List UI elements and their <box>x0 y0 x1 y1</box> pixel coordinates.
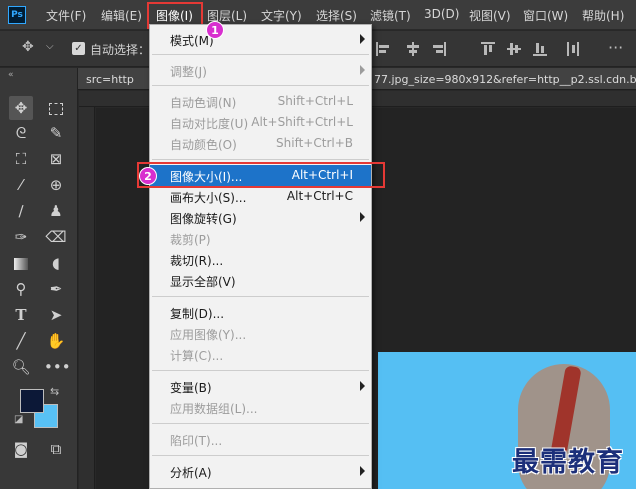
more-options-icon[interactable]: ··· <box>608 38 623 57</box>
default-colors-icon[interactable]: ◪ <box>14 414 23 425</box>
screen-mode-icon[interactable]: ⧉ <box>44 437 68 461</box>
menu-separator <box>152 370 369 371</box>
lasso-tool-icon[interactable]: ᘓ <box>9 121 33 145</box>
menu-item-auto-contrast[interactable]: 自动对比度(U) Alt+Shift+Ctrl+L <box>150 112 371 133</box>
dodge-tool-icon[interactable]: ⚲ <box>9 277 33 301</box>
move-tool-icon[interactable]: ✥ <box>22 39 34 55</box>
align-left-icon[interactable] <box>376 42 390 56</box>
menu-separator <box>152 423 369 424</box>
menu-separator <box>152 159 369 160</box>
step-badge-2: 2 <box>139 167 157 185</box>
history-brush-tool-icon[interactable]: ✑ <box>9 225 33 249</box>
blur-tool-icon[interactable]: ◖ <box>44 251 68 275</box>
more-tools-icon[interactable]: ••• <box>44 355 71 379</box>
swap-colors-icon[interactable]: ⇆ <box>50 385 59 398</box>
menu-edit[interactable]: 编辑(E) <box>101 7 142 24</box>
pen-tool-icon[interactable]: ✒ <box>44 277 68 301</box>
menu-item-apply-data-set[interactable]: 应用数据组(L)... <box>150 397 371 418</box>
frame-tool-icon[interactable]: ⊠ <box>44 147 68 171</box>
menu-item-image-rotation[interactable]: 图像旋转(G) <box>150 207 371 228</box>
menu-item-mode[interactable]: 模式(M) <box>150 29 371 50</box>
menu-item-reveal-all[interactable]: 显示全部(V) <box>150 270 371 291</box>
menu-separator <box>152 296 369 297</box>
menu-item-duplicate[interactable]: 复制(D)... <box>150 302 371 323</box>
image-size-callout <box>137 162 385 188</box>
submenu-arrow-icon <box>360 34 365 44</box>
line-tool-icon[interactable]: ╱ <box>9 329 33 353</box>
menu-help[interactable]: 帮助(H) <box>582 7 624 24</box>
quick-mask-icon[interactable]: ◙ <box>9 437 33 461</box>
foreground-color-swatch[interactable] <box>20 389 44 413</box>
menu-item-adjustments[interactable]: 调整(J) <box>150 60 371 81</box>
collapse-panel-icon[interactable]: « <box>8 70 14 80</box>
align-bottom-icon[interactable] <box>533 42 547 56</box>
eraser-tool-icon[interactable]: ⌫ <box>44 225 68 249</box>
menu-select[interactable]: 选择(S) <box>316 7 357 24</box>
menu-item-apply-image[interactable]: 应用图像(Y)... <box>150 323 371 344</box>
brush-tool-icon[interactable]: ∕ <box>9 199 33 223</box>
align-middle-icon[interactable] <box>507 42 521 56</box>
eyedropper-tool-icon[interactable]: ⁄ <box>9 173 33 197</box>
menu-filter[interactable]: 滤镜(T) <box>370 7 411 24</box>
menu-item-crop[interactable]: 裁剪(P) <box>150 228 371 249</box>
step-badge-1: 1 <box>206 21 224 39</box>
submenu-arrow-icon <box>360 212 365 222</box>
type-tool-icon[interactable]: T <box>9 303 33 327</box>
move-tool-icon[interactable]: ✥ <box>9 96 33 120</box>
quick-select-tool-icon[interactable]: ✎ <box>44 121 68 145</box>
gradient-tool-icon[interactable] <box>9 251 33 275</box>
ruler-left <box>79 107 95 489</box>
menu-item-auto-tone[interactable]: 自动色调(N) Shift+Ctrl+L <box>150 91 371 112</box>
photoshop-logo: Ps <box>8 6 26 24</box>
menu-item-calculations[interactable]: 计算(C)... <box>150 344 371 365</box>
spot-healing-tool-icon[interactable]: ⊕ <box>44 173 68 197</box>
menu-view[interactable]: 视图(V) <box>469 7 511 24</box>
marquee-tool-icon[interactable] <box>44 96 68 120</box>
document-tab-title-right: 77.jpg_size=980x912&refer=http__p2.ssl.c… <box>374 73 636 86</box>
chevron-down-icon[interactable]: ⌵ <box>46 41 54 52</box>
path-selection-tool-icon[interactable]: ➤ <box>44 303 68 327</box>
auto-select-checkbox[interactable]: ✓ <box>72 42 85 55</box>
menu-separator <box>152 85 369 86</box>
menu-item-analysis[interactable]: 分析(A) <box>150 461 371 482</box>
align-right-icon[interactable] <box>432 42 446 56</box>
submenu-arrow-icon <box>360 65 365 75</box>
watermark-logo: 最需教育 <box>512 447 624 478</box>
hand-tool-icon[interactable]: ✋ <box>44 329 68 353</box>
menu-item-auto-color[interactable]: 自动颜色(O) Shift+Ctrl+B <box>150 133 371 154</box>
menu-file[interactable]: 文件(F) <box>46 7 86 24</box>
menu-separator <box>152 54 369 55</box>
menu-3d[interactable]: 3D(D) <box>424 7 459 21</box>
distribute-icon[interactable] <box>566 42 580 56</box>
menu-separator <box>152 455 369 456</box>
auto-select-label: 自动选择： <box>90 43 151 57</box>
menu-item-canvas-size[interactable]: 画布大小(S)... Alt+Ctrl+C <box>150 186 371 207</box>
stamp-tool-icon[interactable]: ♟ <box>44 199 68 223</box>
menu-window[interactable]: 窗口(W) <box>523 7 568 24</box>
crop-tool-icon[interactable]: ⛶ <box>9 147 33 171</box>
menu-item-variables[interactable]: 变量(B) <box>150 376 371 397</box>
menu-item-trim[interactable]: 裁切(R)... <box>150 249 371 270</box>
document-tab-title-left: src=http <box>86 73 134 86</box>
submenu-arrow-icon <box>360 466 365 476</box>
menu-item-trap[interactable]: 陷印(T)... <box>150 429 371 450</box>
zoom-tool-icon[interactable]: 🔍︎ <box>9 355 33 379</box>
menu-type[interactable]: 文字(Y) <box>261 7 302 24</box>
image-menu-dropdown: 模式(M) 调整(J) 自动色调(N) Shift+Ctrl+L 自动对比度(U)… <box>149 24 372 489</box>
align-center-icon[interactable] <box>406 42 420 56</box>
submenu-arrow-icon <box>360 381 365 391</box>
align-top-icon[interactable] <box>481 42 495 56</box>
